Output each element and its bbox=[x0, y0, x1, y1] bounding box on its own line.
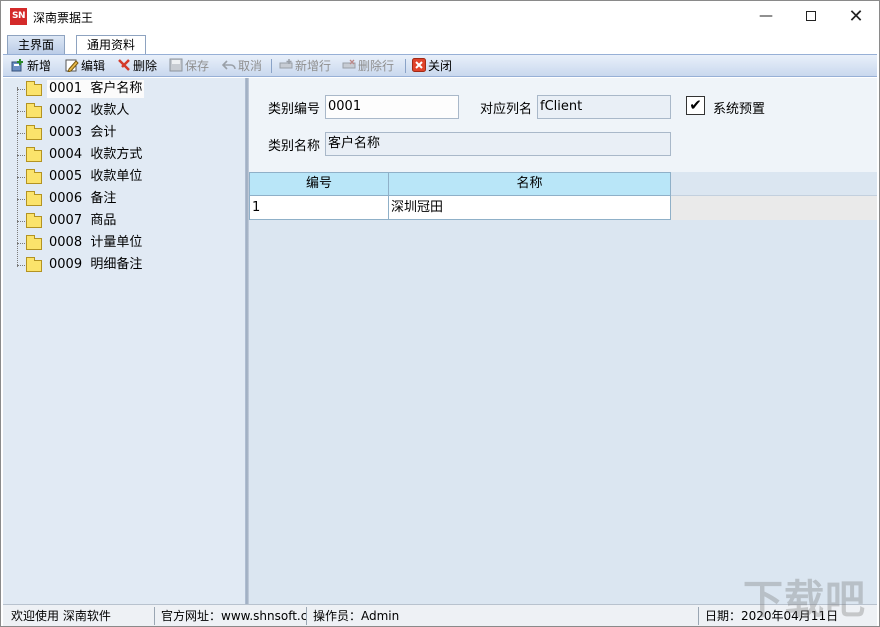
edit-icon bbox=[65, 58, 79, 73]
system-preset-checkbox[interactable]: ✔ bbox=[686, 96, 705, 115]
tree-item-label: 0009 明细备注 bbox=[49, 257, 143, 272]
undo-icon bbox=[221, 58, 236, 72]
grid-header-name[interactable]: 名称 bbox=[388, 172, 671, 196]
delete-button-label: 删除 bbox=[133, 59, 158, 73]
tree-item-0005[interactable]: 0005 收款单位 bbox=[3, 168, 245, 186]
app-window: SN 深南票据王 — ✕ 主界面 通用资料 新增 编辑 删除 保存 取消 新增行… bbox=[0, 0, 880, 627]
tab-common-data[interactable]: 通用资料 bbox=[76, 35, 147, 56]
tree-item-0006[interactable]: 0006 备注 bbox=[3, 190, 245, 208]
category-tree: 0001 客户名称 0002 收款人 0003 会计 0004 收款方式 000… bbox=[3, 78, 245, 604]
tree-item-label: 0003 会计 bbox=[49, 125, 117, 140]
close-icon: ✕ bbox=[848, 6, 864, 27]
tree-item-0003[interactable]: 0003 会计 bbox=[3, 124, 245, 142]
category-name-field[interactable]: 客户名称 bbox=[325, 132, 671, 156]
maximize-icon bbox=[806, 11, 816, 21]
title-bar: SN 深南票据王 — ✕ bbox=[1, 1, 879, 32]
new-icon bbox=[11, 58, 25, 72]
status-operator: 操作员：Admin bbox=[307, 607, 699, 625]
tree-item-0004[interactable]: 0004 收款方式 bbox=[3, 146, 245, 164]
minimize-button[interactable]: — bbox=[743, 1, 789, 32]
folder-icon bbox=[26, 147, 42, 162]
delete-row-button[interactable]: 删除行 bbox=[342, 57, 394, 75]
tree-item-0007[interactable]: 0007 商品 bbox=[3, 212, 245, 230]
tree-item-label: 0006 备注 bbox=[49, 191, 117, 206]
folder-icon bbox=[26, 257, 42, 272]
status-website: 官方网址：www.shnsoft.cc bbox=[155, 607, 307, 625]
close-red-icon bbox=[412, 58, 426, 72]
tree-connector bbox=[17, 89, 25, 90]
delete-icon bbox=[117, 58, 131, 72]
table-cell-name[interactable]: 深圳冠田 bbox=[388, 196, 671, 220]
new-button[interactable]: 新增 bbox=[11, 57, 51, 75]
save-icon bbox=[169, 58, 183, 72]
add-row-icon bbox=[279, 58, 293, 72]
tree-connector bbox=[17, 243, 25, 244]
edit-button[interactable]: 编辑 bbox=[65, 57, 105, 75]
tree-item-0009[interactable]: 0009 明细备注 bbox=[3, 256, 245, 274]
toolbar-separator bbox=[271, 59, 272, 73]
tree-item-label: 0005 收款单位 bbox=[49, 169, 143, 184]
tree-connector bbox=[17, 155, 25, 156]
grid-row-filler bbox=[671, 196, 877, 220]
app-logo-icon: SN bbox=[10, 8, 27, 25]
tree-item-0001[interactable]: 0001 客户名称 bbox=[3, 80, 245, 98]
category-name-label: 类别名称 bbox=[268, 139, 321, 154]
tree-item-label: 0008 计量单位 bbox=[49, 235, 143, 250]
toolbar: 新增 编辑 删除 保存 取消 新增行 删除行 关闭 bbox=[3, 54, 877, 77]
folder-icon bbox=[26, 191, 42, 206]
tree-item-label: 0001 客户名称 bbox=[47, 80, 145, 98]
delete-row-icon bbox=[342, 58, 356, 72]
grid-header-code[interactable]: 编号 bbox=[249, 172, 389, 196]
folder-icon bbox=[26, 125, 42, 140]
system-preset-label: 系统预置 bbox=[713, 102, 766, 117]
watermark: 下载吧 bbox=[743, 577, 866, 623]
new-button-label: 新增 bbox=[27, 59, 52, 73]
column-name-label: 对应列名 bbox=[480, 102, 533, 117]
window-title: 深南票据王 bbox=[33, 11, 94, 25]
edit-button-label: 编辑 bbox=[81, 59, 106, 73]
delete-button[interactable]: 删除 bbox=[117, 57, 157, 75]
toolbar-separator bbox=[405, 59, 406, 73]
tab-strip: 主界面 通用资料 bbox=[1, 32, 879, 56]
minimize-icon: — bbox=[759, 8, 773, 24]
tab-main-interface[interactable]: 主界面 bbox=[7, 35, 66, 55]
tree-connector bbox=[17, 199, 25, 200]
checkmark-icon: ✔ bbox=[689, 96, 702, 114]
tree-connector bbox=[17, 221, 25, 222]
close-button-label: 关闭 bbox=[428, 59, 453, 73]
close-button[interactable]: 关闭 bbox=[412, 57, 452, 75]
column-name-field[interactable]: fClient bbox=[537, 95, 671, 119]
folder-open-icon bbox=[26, 81, 42, 96]
cancel-button-label: 取消 bbox=[238, 59, 263, 73]
grid-header-filler bbox=[671, 172, 877, 196]
table-cell-code[interactable]: 1 bbox=[249, 196, 389, 220]
tree-connector bbox=[17, 265, 25, 266]
tree-item-0002[interactable]: 0002 收款人 bbox=[3, 102, 245, 120]
category-code-label: 类别编号 bbox=[268, 102, 321, 117]
category-form bbox=[249, 78, 877, 172]
tree-connector bbox=[17, 177, 25, 178]
save-button-label: 保存 bbox=[185, 59, 210, 73]
category-code-field[interactable]: 0001 bbox=[325, 95, 459, 119]
folder-icon bbox=[26, 213, 42, 228]
maximize-button[interactable] bbox=[788, 1, 834, 32]
tree-connector bbox=[17, 111, 25, 112]
folder-icon bbox=[26, 169, 42, 184]
tree-item-label: 0002 收款人 bbox=[49, 103, 130, 118]
tree-connector bbox=[17, 133, 25, 134]
save-button[interactable]: 保存 bbox=[169, 57, 209, 75]
tree-item-label: 0004 收款方式 bbox=[49, 147, 143, 162]
delete-row-button-label: 删除行 bbox=[358, 59, 395, 73]
close-window-button[interactable]: ✕ bbox=[833, 1, 879, 32]
tree-item-0008[interactable]: 0008 计量单位 bbox=[3, 234, 245, 252]
add-row-button-label: 新增行 bbox=[295, 59, 332, 73]
tree-item-label: 0007 商品 bbox=[49, 213, 117, 228]
status-welcome: 欢迎使用 深南软件 bbox=[5, 607, 155, 625]
folder-icon bbox=[26, 103, 42, 118]
add-row-button[interactable]: 新增行 bbox=[279, 57, 331, 75]
cancel-button[interactable]: 取消 bbox=[221, 57, 263, 75]
folder-icon bbox=[26, 235, 42, 250]
